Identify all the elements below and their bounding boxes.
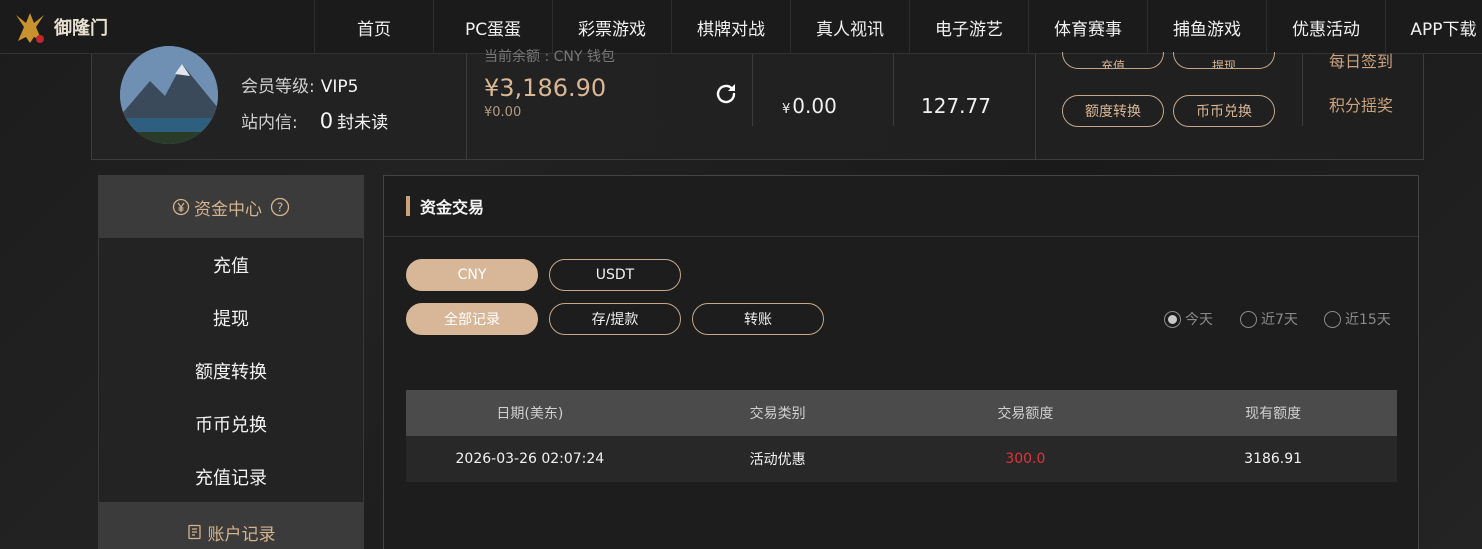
unread-count: 0 [319, 109, 334, 133]
table-header: 日期(美东) 交易类别 交易额度 现有额度 [406, 390, 1397, 436]
sidebar-section-records[interactable]: 账户记录 [99, 502, 363, 549]
logo-icon [16, 13, 44, 43]
sidebar-item-deposit-records[interactable]: 充值记录 [99, 450, 363, 503]
column-balance: 现有额度 [1245, 406, 1302, 422]
top-nav: 御隆门 首页 PC蛋蛋 彩票游戏 棋牌对战 真人视讯 电子游艺 体育赛事 捕鱼游… [0, 0, 1482, 54]
transfer-button[interactable]: 额度转换 [1062, 95, 1164, 127]
points-lottery-link[interactable]: 积分摇奖 [1329, 92, 1393, 116]
balance-amount: ¥3,186.90 [484, 74, 607, 102]
fund-transactions-panel: 资金交易 CNY USDT 全部记录 存/提款 转账 今天 近7天 近15天 日… [383, 175, 1419, 549]
radio[interactable] [1240, 310, 1257, 328]
panel-title: 资金交易 [384, 176, 1418, 237]
tab-usdt[interactable]: USDT [549, 259, 681, 291]
nav-fishing[interactable]: 捕鱼游戏 [1147, 0, 1266, 54]
logo[interactable]: 御隆门 [10, 6, 115, 48]
deposit-button[interactable]: 充值 [1062, 52, 1164, 69]
help-icon[interactable]: ? [270, 197, 290, 217]
wallet-value: ¥0.00 [782, 94, 837, 118]
column-date: 日期(美东) [496, 406, 564, 422]
sidebar-item-withdraw[interactable]: 提现 [99, 291, 363, 344]
cell-balance: 3186.91 [1244, 451, 1303, 467]
tab-all-records[interactable]: 全部记录 [406, 303, 538, 335]
nav-app-download[interactable]: APP下载 [1385, 0, 1482, 54]
refresh-icon[interactable] [714, 82, 738, 106]
svg-text:?: ? [277, 201, 283, 215]
nav-slots[interactable]: 电子游艺 [909, 0, 1028, 54]
tab-deposit-withdraw[interactable]: 存/提款 [549, 303, 681, 335]
yen-circle-icon [172, 198, 190, 216]
document-icon [187, 524, 201, 540]
account-summary: 会员等级: VIP5 站内信: 0 封未读 当前余额 : CNY 钱包 ¥3,186.… [91, 46, 1424, 160]
cell-type: 活动优惠 [749, 452, 806, 468]
avatar-image [120, 46, 218, 144]
sidebar: 资金中心 ? 充值 提现 额度转换 币币兑换 充值记录 账户记录 [98, 175, 364, 549]
radio-selected[interactable] [1164, 310, 1181, 328]
vip-level: VIP5 [320, 77, 359, 97]
divider [752, 54, 753, 126]
divider [893, 54, 894, 126]
cell-date: 2026-03-26 02:07:24 [455, 451, 605, 467]
range-7-days[interactable]: 近7天 [1240, 309, 1298, 329]
range-15-days[interactable]: 近15天 [1324, 309, 1391, 329]
sidebar-item-exchange[interactable]: 币币兑换 [99, 397, 363, 450]
tab-transfer[interactable]: 转账 [692, 303, 824, 335]
transactions-table: 日期(美东) 交易类别 交易额度 现有额度 2026-03-26 02:07:2… [406, 390, 1397, 482]
table-row: 2026-03-26 02:07:24 活动优惠 300.0 3186.91 [406, 436, 1397, 482]
daily-checkin-link[interactable]: 每日签到 [1329, 48, 1393, 70]
divider [1035, 54, 1036, 160]
avatar[interactable] [120, 46, 218, 144]
radio[interactable] [1324, 310, 1341, 328]
range-today[interactable]: 今天 [1164, 309, 1213, 329]
cell-amount: 300.0 [1005, 451, 1046, 467]
balance-header: 当前余额 : CNY 钱包 [484, 49, 615, 62]
member-level: 会员等级: VIP5 [241, 77, 359, 97]
column-type: 交易类别 [749, 406, 806, 422]
points-value: 127.77 [921, 94, 991, 118]
logo-text: 御隆门 [54, 18, 108, 39]
nav-live[interactable]: 真人视讯 [790, 0, 909, 54]
sidebar-section-funds[interactable]: 资金中心 ? [99, 176, 363, 238]
tab-cny[interactable]: CNY [406, 259, 538, 291]
inbox-status[interactable]: 站内信: 0 封未读 [241, 108, 388, 133]
sidebar-item-deposit[interactable]: 充值 [99, 238, 363, 291]
nav-promotions[interactable]: 优惠活动 [1266, 0, 1385, 54]
nav-home[interactable]: 首页 [314, 0, 433, 54]
divider [1302, 54, 1303, 126]
sidebar-item-transfer[interactable]: 额度转换 [99, 344, 363, 397]
column-amount: 交易额度 [997, 406, 1054, 422]
withdraw-button[interactable]: 提现 [1173, 52, 1275, 69]
exchange-button[interactable]: 币币兑换 [1173, 95, 1275, 127]
balance-sub-amount: ¥0.00 [484, 105, 522, 120]
nav-sports[interactable]: 体育赛事 [1028, 0, 1147, 54]
divider [466, 54, 467, 160]
